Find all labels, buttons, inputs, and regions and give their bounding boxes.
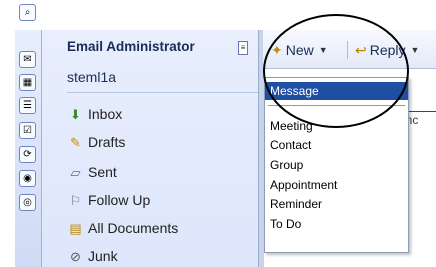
folder-label: Junk — [88, 248, 118, 264]
flag-icon: ⚐ — [69, 192, 82, 208]
folder-pane: Email Administrator ≡ steml1a ⬇ Inbox ✎ … — [42, 30, 258, 267]
calendar-icon[interactable]: ▦ — [19, 74, 36, 91]
junk-icon: ⊘ — [70, 248, 81, 264]
account-name: Email Administrator — [67, 39, 195, 54]
new-item-icon: ✦ — [271, 42, 283, 58]
reply-icon: ↩ — [355, 42, 367, 58]
menu-item-group[interactable]: Group — [265, 156, 408, 174]
inbox-icon: ⬇ — [70, 106, 81, 122]
menu-item-message[interactable]: Message — [265, 82, 408, 100]
toolbar-separator — [347, 41, 348, 59]
menu-separator — [268, 105, 405, 106]
folder-label: Follow Up — [88, 192, 151, 208]
menu-item-reminder[interactable]: Reminder — [265, 195, 408, 213]
main-toolbar: ✦ New ▼ ↩ Reply ▼ — [263, 30, 436, 69]
menu-item-appointment[interactable]: Appointment — [265, 176, 408, 194]
folder-label: Inbox — [88, 106, 123, 122]
chevron-down-icon[interactable]: ▼ — [319, 45, 328, 55]
folder-sent[interactable]: ▱ Sent — [67, 161, 247, 183]
new-dropdown-menu: Message Meeting Contact Group Appointmen… — [264, 77, 409, 253]
contacts-icon[interactable]: ☰ — [19, 97, 36, 114]
mail-icon[interactable]: ✉ — [19, 51, 36, 68]
new-button[interactable]: ✦ New ▼ — [271, 40, 328, 60]
folder-label: All Documents — [88, 220, 179, 236]
menu-item-contact[interactable]: Contact — [265, 136, 408, 154]
account-username: steml1a — [67, 69, 117, 85]
menu-item-meeting[interactable]: Meeting — [265, 117, 408, 135]
drafts-icon: ✎ — [70, 134, 81, 150]
binoculars-icon[interactable]: ⌕ — [19, 4, 36, 21]
feeds-icon[interactable]: ◉ — [19, 170, 36, 187]
replication-icon[interactable]: ⟳ — [19, 146, 36, 163]
more-icon[interactable]: ◎ — [19, 194, 36, 211]
pane-menu-icon[interactable]: ≡ — [238, 41, 248, 55]
new-button-label: New — [285, 42, 314, 58]
sent-icon: ▱ — [70, 164, 81, 180]
all-documents-icon: ▤ — [69, 220, 82, 236]
menu-item-todo[interactable]: To Do — [265, 215, 408, 233]
folder-label: Drafts — [88, 134, 126, 150]
folder-inbox[interactable]: ⬇ Inbox — [67, 103, 247, 125]
todo-icon[interactable]: ☑ — [19, 122, 36, 139]
folder-drafts[interactable]: ✎ Drafts — [67, 131, 247, 153]
chevron-down-icon[interactable]: ▼ — [411, 45, 420, 55]
reply-button[interactable]: ↩ Reply ▼ — [355, 40, 419, 60]
folder-all-documents[interactable]: ▤ All Documents — [67, 217, 247, 239]
left-icon-rail: ⌕ ✉ ▦ ☰ ☑ ⟳ ◉ ◎ — [15, 4, 42, 267]
folder-junk[interactable]: ⊘ Junk — [67, 245, 247, 267]
reply-button-label: Reply — [369, 42, 406, 58]
folder-follow-up[interactable]: ⚐ Follow Up — [67, 189, 247, 211]
folder-label: Sent — [88, 164, 117, 180]
pane-divider — [67, 92, 258, 93]
